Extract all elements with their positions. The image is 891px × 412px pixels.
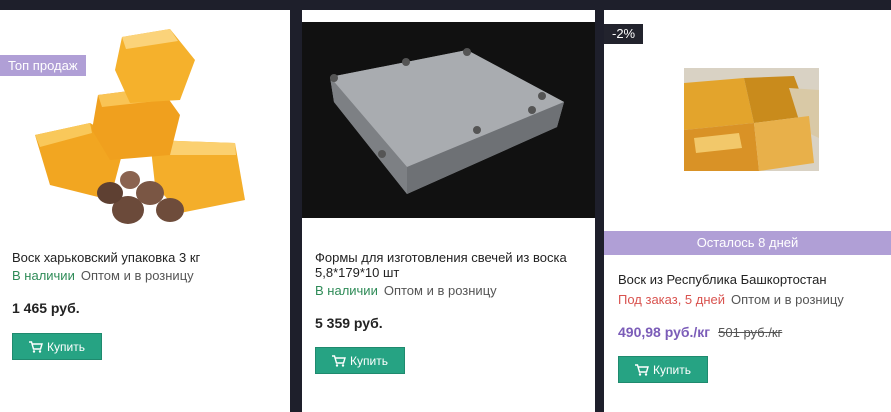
price: 490,98 руб./кг: [618, 324, 711, 340]
price: 1 465 руб.: [12, 300, 80, 316]
buy-label: Купить: [47, 339, 85, 354]
discount-badge: -2%: [604, 24, 644, 44]
availability-status: Под заказ, 5 дней: [618, 292, 726, 307]
buy-button[interactable]: Купить: [618, 356, 708, 383]
cart-icon: [635, 363, 649, 376]
old-price: 501 руб./кг: [718, 325, 783, 340]
product-image-candle-mold[interactable]: [302, 22, 595, 218]
availability-line: В наличии Оптом и в розницу: [315, 283, 497, 298]
availability-status: В наличии: [315, 283, 378, 298]
cart-icon: [29, 340, 43, 353]
buy-button[interactable]: Купить: [12, 333, 102, 360]
availability-status: В наличии: [12, 268, 75, 283]
time-remaining-banner: Осталось 8 дней: [604, 231, 891, 255]
price: 5 359 руб.: [315, 315, 383, 331]
product-image-bashkir-wax[interactable]: [684, 68, 819, 171]
product-card: Топ продаж Воск харьковский упаковка 3 к…: [0, 10, 290, 412]
availability-line: Под заказ, 5 дней Оптом и в розницу: [618, 292, 844, 307]
product-card: Формы для изготовления свечей из воска 5…: [302, 10, 595, 412]
sale-mode: Оптом и в розницу: [383, 283, 497, 298]
cart-icon: [332, 354, 346, 367]
top-sales-badge: Топ продаж: [0, 55, 86, 76]
availability-line: В наличии Оптом и в розницу: [12, 268, 194, 283]
buy-label: Купить: [653, 362, 691, 377]
buy-button[interactable]: Купить: [315, 347, 405, 374]
product-card: -2% Осталось 8 дней Воск из Республика Б…: [604, 10, 891, 412]
product-image-beeswax[interactable]: [30, 15, 252, 225]
price-block: 490,98 руб./кг 501 руб./кг: [618, 324, 782, 340]
sale-mode: Оптом и в розницу: [80, 268, 194, 283]
sale-mode: Оптом и в розницу: [731, 292, 844, 307]
product-title[interactable]: Воск из Республика Башкортостан: [618, 272, 883, 287]
buy-label: Купить: [350, 353, 388, 368]
product-title[interactable]: Воск харьковский упаковка 3 кг: [12, 250, 282, 265]
product-title[interactable]: Формы для изготовления свечей из воска 5…: [315, 250, 585, 280]
